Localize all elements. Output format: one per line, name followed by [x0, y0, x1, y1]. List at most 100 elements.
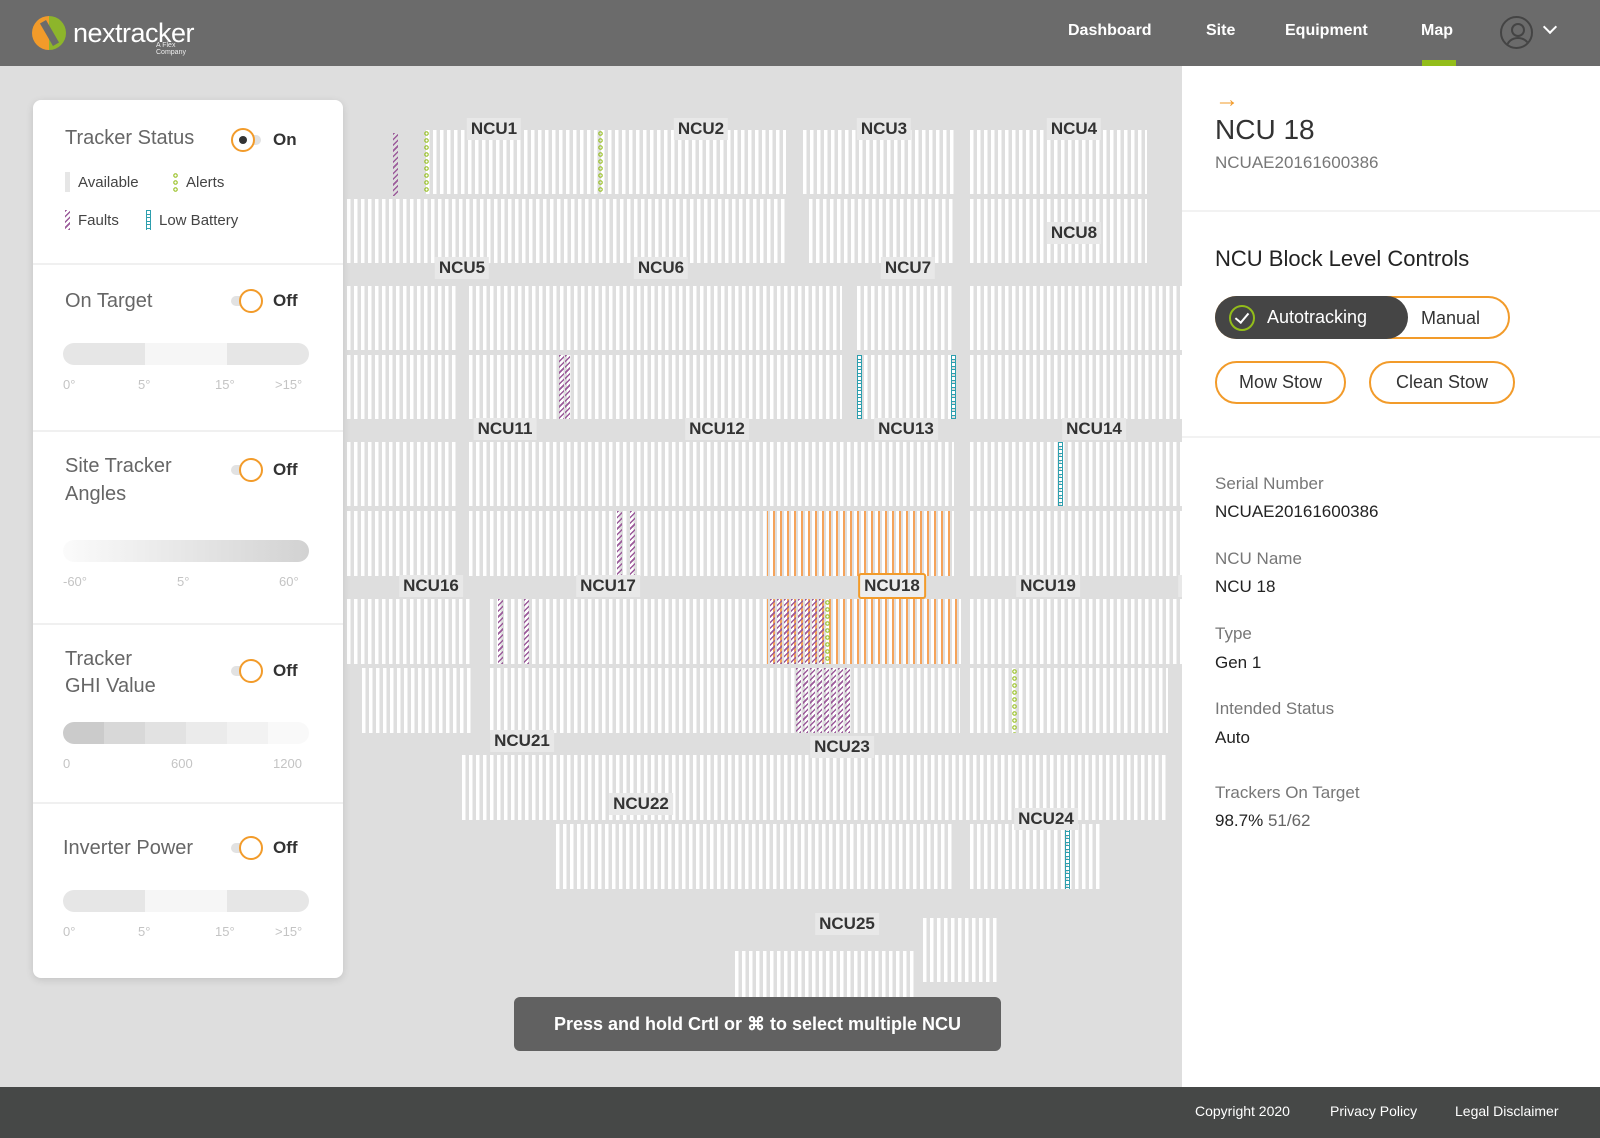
ncu-label-ncu13[interactable]: NCU13: [874, 418, 938, 440]
ncu-label-ncu8[interactable]: NCU8: [1046, 222, 1102, 244]
tracker-block[interactable]: [923, 918, 1000, 982]
tracker-block[interactable]: [347, 286, 459, 350]
alert-tracker[interactable]: [825, 599, 830, 664]
fault-tracker[interactable]: [810, 668, 815, 733]
tracker-block[interactable]: [970, 355, 1182, 419]
tracker-block[interactable]: [362, 668, 472, 733]
manual-button[interactable]: Manual: [1421, 308, 1480, 329]
ncu-label-ncu23[interactable]: NCU23: [810, 736, 874, 758]
tracker-block[interactable]: [469, 286, 842, 350]
tracker-block[interactable]: [970, 286, 1182, 350]
privacy-policy-link[interactable]: Privacy Policy: [1330, 1103, 1417, 1119]
ncu-label-ncu3[interactable]: NCU3: [856, 118, 912, 140]
fault-tracker[interactable]: [819, 599, 824, 664]
fault-tracker[interactable]: [791, 599, 796, 664]
fault-tracker[interactable]: [805, 599, 810, 664]
nav-map[interactable]: Map: [1421, 22, 1453, 40]
ncu-label-ncu12[interactable]: NCU12: [685, 418, 749, 440]
legal-disclaimer-link[interactable]: Legal Disclaimer: [1455, 1103, 1558, 1119]
ncu-label-ncu24[interactable]: NCU24: [1014, 808, 1078, 830]
tracking-mode-switch: Autotracking Manual: [1215, 296, 1510, 339]
tracker-block[interactable]: [970, 824, 1100, 889]
tracker-block[interactable]: [347, 442, 459, 506]
fault-tracker[interactable]: [770, 599, 775, 664]
toggle-state: Off: [273, 661, 298, 680]
fault-tracker[interactable]: [796, 668, 801, 733]
ncu-label-ncu21[interactable]: NCU21: [490, 730, 554, 752]
arrow-right-icon[interactable]: →: [1215, 86, 1239, 114]
tracker-block[interactable]: [857, 286, 954, 350]
fault-tracker[interactable]: [831, 668, 836, 733]
site-angles-toggle[interactable]: [231, 458, 265, 482]
tracker-block[interactable]: [556, 824, 954, 889]
fault-tracker[interactable]: [393, 133, 398, 196]
ncu-label-ncu14[interactable]: NCU14: [1062, 418, 1126, 440]
tracker-block[interactable]: [809, 199, 954, 263]
ncu-label-ncu22[interactable]: NCU22: [609, 793, 673, 815]
fault-tracker[interactable]: [617, 511, 622, 576]
fault-tracker[interactable]: [845, 668, 850, 733]
ncu-label-ncu19[interactable]: NCU19: [1016, 575, 1080, 597]
autotracking-button[interactable]: Autotracking: [1215, 296, 1408, 339]
nav-equipment[interactable]: Equipment: [1285, 22, 1368, 40]
selected-tracker-block[interactable]: [767, 511, 954, 576]
tracker-block[interactable]: [469, 355, 842, 419]
alert-tracker[interactable]: [1012, 668, 1017, 733]
toggle-state: Off: [273, 291, 298, 310]
fault-tracker[interactable]: [824, 668, 829, 733]
on-target-toggle[interactable]: [231, 289, 265, 313]
ncu-label-ncu11[interactable]: NCU11: [473, 418, 537, 440]
tracker-block[interactable]: [970, 599, 1182, 664]
lowbat-tracker[interactable]: [1065, 824, 1070, 889]
fault-tracker[interactable]: [777, 599, 782, 664]
fault-tracker[interactable]: [524, 599, 529, 664]
tracker-block[interactable]: [347, 511, 459, 576]
tracker-block[interactable]: [970, 511, 1182, 576]
ncu-label-ncu1[interactable]: NCU1: [466, 118, 522, 140]
mow-stow-button[interactable]: Mow Stow: [1215, 361, 1346, 404]
alert-tracker[interactable]: [598, 130, 603, 194]
tracker-block[interactable]: [347, 599, 472, 664]
fault-tracker[interactable]: [838, 668, 843, 733]
tracker-block[interactable]: [469, 442, 954, 506]
ncu-label-ncu25[interactable]: NCU25: [815, 913, 879, 935]
tracker-block[interactable]: [857, 355, 954, 419]
inverter-toggle[interactable]: [231, 836, 265, 860]
tracker-block[interactable]: [970, 668, 1168, 733]
ghi-toggle[interactable]: [231, 659, 265, 683]
fault-tracker[interactable]: [565, 355, 570, 419]
fault-tracker[interactable]: [630, 511, 635, 576]
ncu-label-ncu5[interactable]: NCU5: [434, 257, 490, 279]
lowbat-tracker[interactable]: [857, 355, 862, 419]
ncu-label-ncu7[interactable]: NCU7: [880, 257, 936, 279]
ncu-label-ncu18[interactable]: NCU18: [858, 573, 926, 599]
tracker-block[interactable]: [970, 442, 1182, 506]
clean-stow-button[interactable]: Clean Stow: [1369, 361, 1515, 404]
fault-tracker[interactable]: [784, 599, 789, 664]
alert-tracker[interactable]: [424, 130, 429, 194]
ncu-label-ncu16[interactable]: NCU16: [399, 575, 463, 597]
tracker-status-toggle[interactable]: [231, 128, 265, 152]
fault-tracker[interactable]: [498, 599, 503, 664]
ncu-label-ncu6[interactable]: NCU6: [633, 257, 689, 279]
fault-tracker[interactable]: [812, 599, 817, 664]
tracker-block[interactable]: [347, 199, 786, 263]
lowbat-tracker[interactable]: [951, 355, 956, 419]
controls-title: NCU Block Level Controls: [1215, 246, 1470, 271]
ncu-label-ncu2[interactable]: NCU2: [673, 118, 729, 140]
tracker-block[interactable]: [347, 355, 459, 419]
fault-tracker[interactable]: [817, 668, 822, 733]
nav-site[interactable]: Site: [1206, 22, 1235, 40]
nextracker-logo[interactable]: nextracker A Flex Company: [32, 16, 195, 56]
ncu-label-ncu4[interactable]: NCU4: [1046, 118, 1102, 140]
user-avatar-icon[interactable]: [1500, 16, 1533, 49]
tracker-block[interactable]: [490, 668, 960, 733]
selected-tracker-block[interactable]: [767, 599, 961, 664]
ncu-label-ncu17[interactable]: NCU17: [576, 575, 640, 597]
nav-dashboard[interactable]: Dashboard: [1068, 22, 1152, 40]
fault-tracker[interactable]: [803, 668, 808, 733]
lowbat-tracker[interactable]: [1058, 442, 1063, 506]
chevron-down-icon[interactable]: [1542, 19, 1558, 35]
fault-tracker[interactable]: [559, 355, 564, 419]
fault-tracker[interactable]: [798, 599, 803, 664]
